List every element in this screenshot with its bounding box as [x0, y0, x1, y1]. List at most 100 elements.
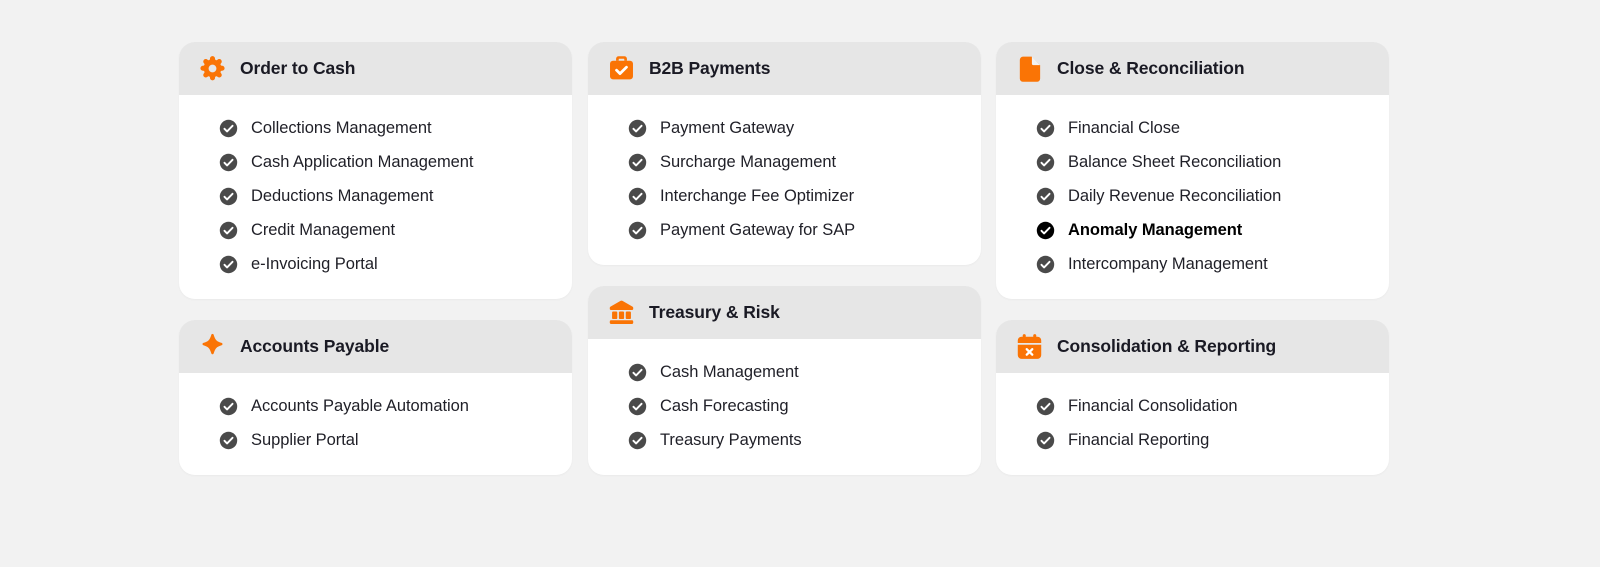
feature-label: e-Invoicing Portal	[251, 254, 378, 273]
feature-list-item[interactable]: Anomaly Management	[996, 213, 1389, 247]
check-circle-icon	[628, 119, 660, 138]
bank-icon	[606, 298, 636, 328]
feature-label: Cash Management	[660, 362, 799, 381]
briefcase-check-icon	[606, 54, 636, 84]
feature-list-item[interactable]: Intercompany Management	[996, 247, 1389, 281]
feature-list-item[interactable]: Cash Application Management	[179, 145, 572, 179]
feature-label: Interchange Fee Optimizer	[660, 186, 855, 205]
card-body: Payment Gateway Surcharge Management Inter…	[588, 95, 981, 265]
feature-label: Intercompany Management	[1068, 254, 1268, 273]
check-circle-icon	[1036, 255, 1068, 274]
check-circle-icon	[1036, 431, 1068, 450]
gear-icon	[197, 54, 227, 84]
card-header: Accounts Payable	[179, 320, 572, 373]
feature-list-item[interactable]: e-Invoicing Portal	[179, 247, 572, 281]
feature-list: Financial Close Balance Sheet Reconciliat…	[996, 111, 1389, 281]
check-circle-icon	[1036, 397, 1068, 416]
feature-list-item[interactable]: Payment Gateway for SAP	[588, 213, 981, 247]
feature-label: Accounts Payable Automation	[251, 396, 469, 415]
card-body: Collections Management Cash Application M…	[179, 95, 572, 299]
feature-label: Credit Management	[251, 220, 396, 239]
feature-label: Supplier Portal	[251, 430, 359, 449]
solutions-board: Order to Cash Collections Management Cash …	[0, 0, 1600, 567]
card-header: Close & Reconciliation	[996, 42, 1389, 95]
card-header: Consolidation & Reporting	[996, 320, 1389, 373]
feature-list-item[interactable]: Credit Management	[179, 213, 572, 247]
feature-list-item[interactable]: Collections Management	[179, 111, 572, 145]
card-header: Treasury & Risk	[588, 286, 981, 339]
check-circle-icon	[219, 397, 251, 416]
feature-list: Collections Management Cash Application M…	[179, 111, 572, 281]
feature-label: Financial Close	[1068, 118, 1181, 137]
solution-card: Close & Reconciliation Financial Close Bal…	[996, 42, 1389, 299]
feature-list: Payment Gateway Surcharge Management Inter…	[588, 111, 981, 247]
feature-list-item[interactable]: Surcharge Management	[588, 145, 981, 179]
check-circle-icon	[628, 221, 660, 240]
feature-list: Financial Consolidation Financial Reporti…	[996, 389, 1389, 457]
feature-list-item[interactable]: Deductions Management	[179, 179, 572, 213]
feature-list: Cash Management Cash Forecasting Treasury …	[588, 355, 981, 457]
feature-list-item[interactable]: Financial Reporting	[996, 423, 1389, 457]
card-title: Order to Cash	[240, 58, 356, 78]
check-circle-icon	[628, 397, 660, 416]
feature-label: Payment Gateway	[660, 118, 795, 137]
card-title: Consolidation & Reporting	[1057, 336, 1277, 356]
check-circle-icon	[628, 363, 660, 382]
card-title: Close & Reconciliation	[1057, 58, 1245, 78]
feature-label: Daily Revenue Reconciliation	[1068, 186, 1282, 205]
card-title: B2B Payments	[649, 58, 771, 78]
card-body: Accounts Payable Automation Supplier Port…	[179, 373, 572, 475]
solution-card: Order to Cash Collections Management Cash …	[179, 42, 572, 299]
calendar-x-icon	[1014, 332, 1044, 362]
feature-list-item[interactable]: Balance Sheet Reconciliation	[996, 145, 1389, 179]
feature-label: Deductions Management	[251, 186, 434, 205]
feature-label: Collections Management	[251, 118, 432, 137]
check-circle-icon	[219, 119, 251, 138]
check-circle-icon	[219, 187, 251, 206]
check-circle-icon	[628, 431, 660, 450]
solutions-column-1: Order to Cash Collections Management Cash …	[179, 42, 572, 475]
feature-list-item[interactable]: Treasury Payments	[588, 423, 981, 457]
feature-label: Treasury Payments	[660, 430, 802, 449]
solution-card: B2B Payments Payment Gateway Surcharge Man…	[588, 42, 981, 265]
feature-list-item[interactable]: Supplier Portal	[179, 423, 572, 457]
card-header: B2B Payments	[588, 42, 981, 95]
solutions-column-3: Close & Reconciliation Financial Close Bal…	[996, 42, 1389, 475]
check-circle-icon	[219, 255, 251, 274]
feature-label: Balance Sheet Reconciliation	[1068, 152, 1282, 171]
sparkle-icon	[197, 332, 227, 362]
feature-list: Accounts Payable Automation Supplier Port…	[179, 389, 572, 457]
feature-list-item[interactable]: Financial Close	[996, 111, 1389, 145]
card-body: Financial Close Balance Sheet Reconciliat…	[996, 95, 1389, 299]
solution-card: Accounts Payable Accounts Payable Automat…	[179, 320, 572, 475]
feature-label: Surcharge Management	[660, 152, 837, 171]
feature-label: Payment Gateway for SAP	[660, 220, 856, 239]
feature-label: Anomaly Management	[1068, 220, 1243, 239]
feature-label: Financial Reporting	[1068, 430, 1210, 449]
document-icon	[1014, 54, 1044, 84]
card-title: Treasury & Risk	[649, 302, 780, 322]
feature-list-item[interactable]: Cash Management	[588, 355, 981, 389]
feature-list-item[interactable]: Financial Consolidation	[996, 389, 1389, 423]
feature-list-item[interactable]: Payment Gateway	[588, 111, 981, 145]
check-circle-icon	[628, 153, 660, 172]
solutions-column-2: B2B Payments Payment Gateway Surcharge Man…	[588, 42, 981, 475]
card-body: Financial Consolidation Financial Reporti…	[996, 373, 1389, 475]
check-circle-icon-active	[1036, 221, 1068, 240]
check-circle-icon	[219, 221, 251, 240]
check-circle-icon	[219, 153, 251, 172]
feature-list-item[interactable]: Accounts Payable Automation	[179, 389, 572, 423]
feature-label: Cash Application Management	[251, 152, 474, 171]
check-circle-icon	[1036, 187, 1068, 206]
feature-list-item[interactable]: Cash Forecasting	[588, 389, 981, 423]
check-circle-icon	[219, 431, 251, 450]
feature-list-item[interactable]: Daily Revenue Reconciliation	[996, 179, 1389, 213]
solution-card: Consolidation & Reporting Financial Conso…	[996, 320, 1389, 475]
card-title: Accounts Payable	[240, 336, 390, 356]
check-circle-icon	[1036, 153, 1068, 172]
feature-list-item[interactable]: Interchange Fee Optimizer	[588, 179, 981, 213]
card-body: Cash Management Cash Forecasting Treasury …	[588, 339, 981, 475]
check-circle-icon	[628, 187, 660, 206]
feature-label: Financial Consolidation	[1068, 396, 1238, 415]
feature-label: Cash Forecasting	[660, 396, 789, 415]
